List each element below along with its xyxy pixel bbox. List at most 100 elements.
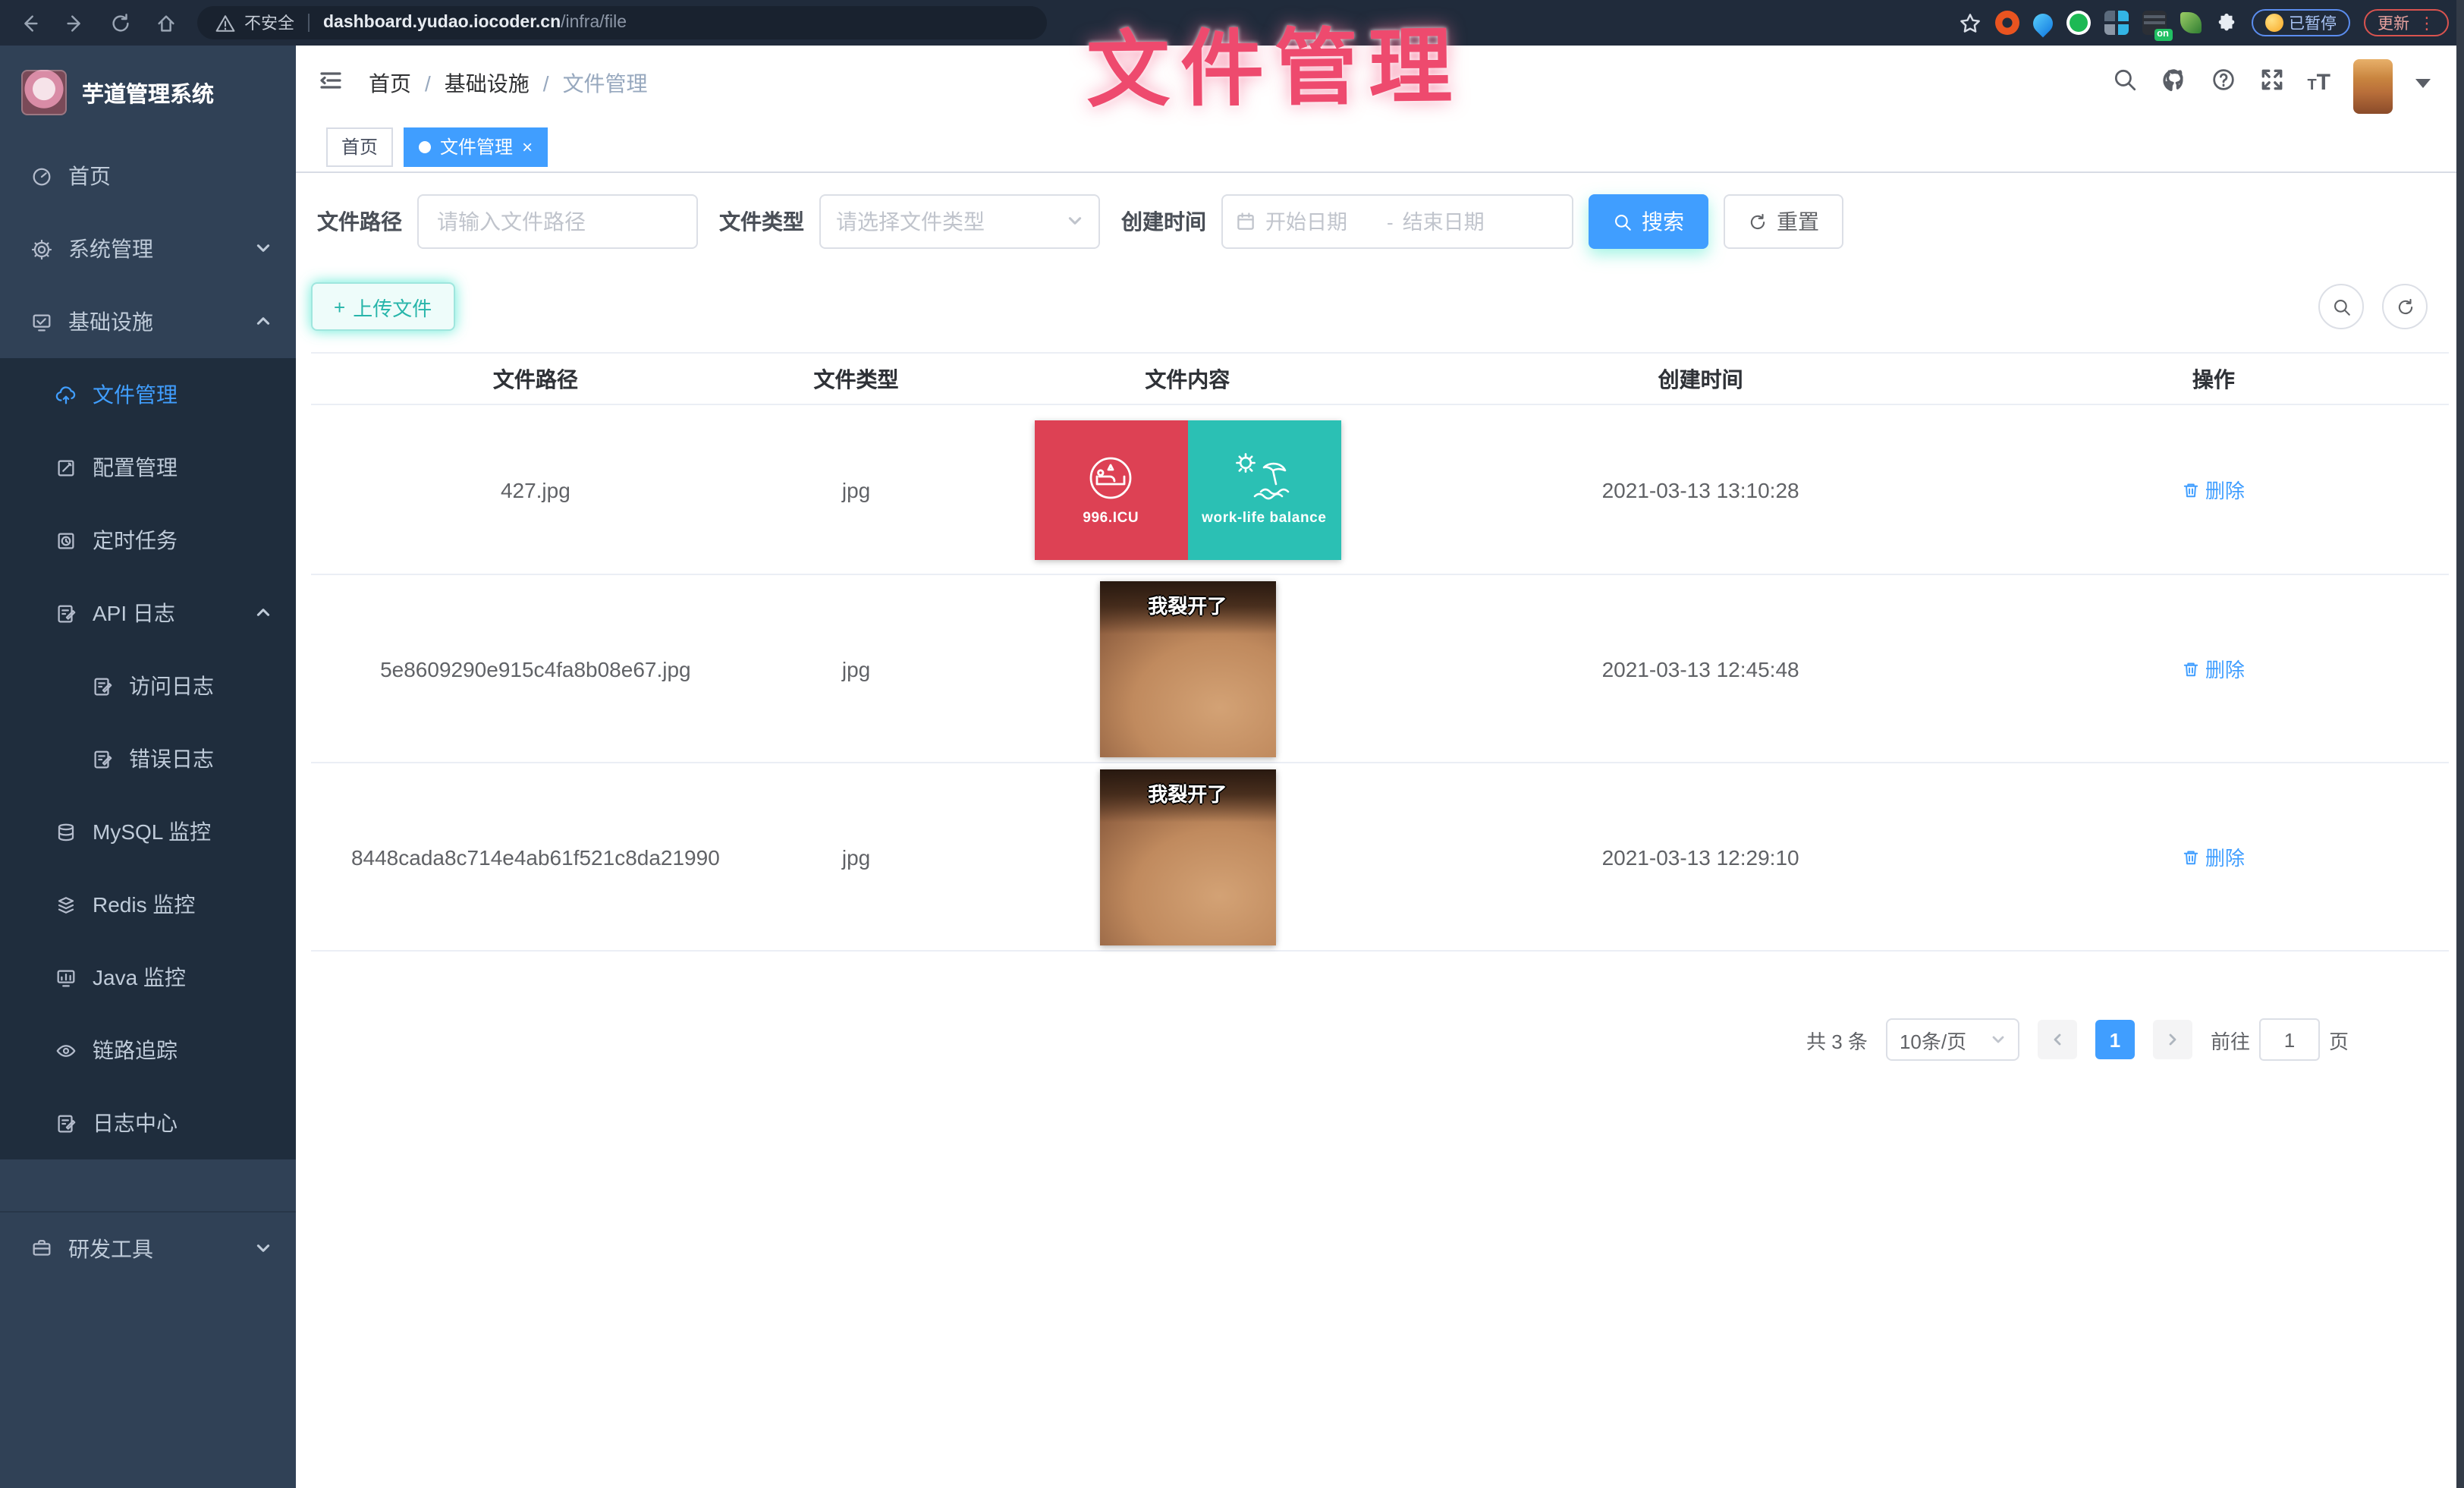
- refresh-icon: [1748, 212, 1768, 231]
- sidebar-item-config[interactable]: 配置管理: [0, 431, 296, 504]
- sidebar-item-trace[interactable]: 链路追踪: [0, 1014, 296, 1087]
- github-icon[interactable]: [2160, 66, 2187, 101]
- sidebar-item-java[interactable]: Java 监控: [0, 941, 296, 1014]
- sidebar-item-file-manage[interactable]: 文件管理: [0, 358, 296, 431]
- sidebar-item-infra[interactable]: 基础设施: [0, 285, 296, 358]
- chevron-up-icon: [255, 601, 272, 625]
- sidebar: 芋道管理系统 首页 系统管理 基础设施 文件管理: [0, 46, 296, 1488]
- address-bar[interactable]: 不安全 dashboard.yudao.iocoder.cn /infra/fi…: [197, 6, 1047, 39]
- delete-button[interactable]: 删除: [2183, 475, 2245, 504]
- extension-grid-icon[interactable]: [2104, 11, 2128, 35]
- end-date-input[interactable]: [1403, 210, 1515, 233]
- cell-file-content: 996.ICU work-life balance: [952, 420, 1422, 559]
- trash-icon: [2183, 659, 2201, 678]
- delete-button[interactable]: 删除: [2183, 654, 2245, 683]
- tab-file-manage[interactable]: 文件管理 ×: [404, 127, 548, 166]
- url-divider: [308, 14, 310, 32]
- extension-proxy-icon[interactable]: on: [2142, 11, 2166, 35]
- trash-icon: [2183, 848, 2201, 866]
- cell-actions: 删除: [1978, 475, 2449, 504]
- sidebar-item-system[interactable]: 系统管理: [0, 212, 296, 285]
- help-icon[interactable]: [2210, 67, 2236, 100]
- extension-drop-icon[interactable]: [2029, 9, 2057, 37]
- extension-orange-icon[interactable]: [1994, 11, 2019, 35]
- sidebar-fold-icon[interactable]: [317, 66, 344, 101]
- cell-file-type: jpg: [760, 656, 953, 681]
- trash-icon: [2183, 480, 2201, 499]
- sidebar-item-redis[interactable]: Redis 监控: [0, 868, 296, 941]
- bed-icon: [1085, 452, 1136, 504]
- sidebar-item-job[interactable]: 定时任务: [0, 504, 296, 577]
- browser-chrome: 不安全 dashboard.yudao.iocoder.cn /infra/fi…: [0, 0, 2464, 46]
- refresh-table-button[interactable]: [2382, 284, 2428, 329]
- page-number-button[interactable]: 1: [2095, 1020, 2135, 1059]
- log-center-icon: [55, 1112, 77, 1134]
- bookmark-star-icon[interactable]: [1958, 11, 1981, 34]
- sidebar-item-access-log[interactable]: 访问日志: [0, 650, 296, 722]
- banner-right: work-life balance: [1187, 420, 1340, 559]
- extensions-puzzle-icon[interactable]: [2214, 11, 2237, 34]
- search-button[interactable]: 搜索: [1589, 194, 1708, 249]
- breadcrumb-infra[interactable]: 基础设施: [445, 68, 530, 99]
- date-range-picker[interactable]: -: [1221, 194, 1573, 249]
- file-path-input[interactable]: [417, 194, 698, 249]
- file-type-select[interactable]: 请选择文件类型: [819, 194, 1100, 249]
- sidebar-item-devtools[interactable]: 研发工具: [0, 1211, 296, 1284]
- sidebar-item-error-log[interactable]: 错误日志: [0, 722, 296, 795]
- logo-row[interactable]: 芋道管理系统: [0, 46, 296, 140]
- col-header-action: 操作: [1978, 363, 2449, 394]
- sidebar-item-mysql[interactable]: MySQL 监控: [0, 795, 296, 868]
- update-button[interactable]: 更新⋮: [2364, 9, 2449, 36]
- back-icon[interactable]: [12, 6, 46, 39]
- breadcrumb-home[interactable]: 首页: [369, 68, 411, 99]
- page-size-select[interactable]: 10条/页: [1886, 1018, 2019, 1061]
- reset-button[interactable]: 重置: [1724, 194, 1843, 249]
- col-header-type: 文件类型: [760, 363, 953, 394]
- toggle-search-button[interactable]: [2318, 284, 2364, 329]
- monitor-icon: [30, 310, 53, 333]
- sidebar-item-api-log[interactable]: API 日志: [0, 577, 296, 650]
- table-row: 427.jpg jpg 996.ICU work-life balance: [311, 405, 2449, 575]
- infra-submenu: 文件管理 配置管理 定时任务 API 日志 访问日志: [0, 358, 296, 1159]
- user-avatar[interactable]: [2353, 59, 2393, 114]
- active-dot-icon: [419, 140, 431, 153]
- url-path: /infra/file: [561, 14, 627, 32]
- sidebar-item-home[interactable]: 首页: [0, 140, 296, 212]
- cell-create-time: 2021-03-13 13:10:28: [1422, 477, 1978, 502]
- fullscreen-icon[interactable]: [2258, 67, 2284, 100]
- search-icon[interactable]: [2111, 67, 2137, 100]
- upload-file-button[interactable]: + 上传文件: [311, 282, 454, 331]
- start-date-input[interactable]: [1265, 210, 1378, 233]
- user-menu-caret-icon[interactable]: [2415, 79, 2431, 88]
- extension-leaf-icon[interactable]: [2180, 12, 2201, 33]
- cell-file-path: 5e8609290e915c4fa8b08e67.jpg: [311, 656, 760, 681]
- tab-home[interactable]: 首页: [326, 127, 393, 166]
- sidebar-item-log-center[interactable]: 日志中心: [0, 1087, 296, 1159]
- navbar-actions: TT: [2111, 53, 2464, 114]
- beach-icon: [1230, 452, 1297, 504]
- next-page-button[interactable]: [2153, 1020, 2192, 1059]
- extension-green-check-icon[interactable]: [2066, 11, 2090, 35]
- table-row: 8448cada8c714e4ab61f521c8da21990 jpg 我裂开…: [311, 763, 2449, 952]
- meme-caption: 我裂开了: [1099, 778, 1275, 807]
- security-label: 不安全: [244, 11, 294, 35]
- window-scrollbar[interactable]: [2456, 0, 2464, 1488]
- error-log-icon: [91, 747, 114, 770]
- page-unit-label: 页: [2329, 1025, 2349, 1054]
- goto-page-input[interactable]: [2259, 1018, 2320, 1061]
- reload-icon[interactable]: [103, 6, 137, 39]
- screen: 不安全 dashboard.yudao.iocoder.cn /infra/fi…: [0, 0, 2464, 1488]
- prev-page-button[interactable]: [2038, 1020, 2077, 1059]
- table-row: 5e8609290e915c4fa8b08e67.jpg jpg 我裂开了 20…: [311, 575, 2449, 763]
- forward-icon[interactable]: [58, 6, 91, 39]
- toolbar-right: [2318, 284, 2449, 329]
- font-size-icon[interactable]: TT: [2307, 70, 2330, 97]
- home-icon[interactable]: [149, 6, 182, 39]
- breadcrumb-separator: /: [425, 71, 431, 96]
- delete-button[interactable]: 删除: [2183, 842, 2245, 871]
- profile-paused-badge[interactable]: 已暂停: [2251, 9, 2350, 36]
- browser-menu-icon[interactable]: ⋮: [2418, 13, 2435, 33]
- pagination: 共 3 条 10条/页 1 前往 页: [311, 1018, 2449, 1061]
- chevron-up-icon: [255, 310, 272, 334]
- close-tab-icon[interactable]: ×: [522, 137, 533, 156]
